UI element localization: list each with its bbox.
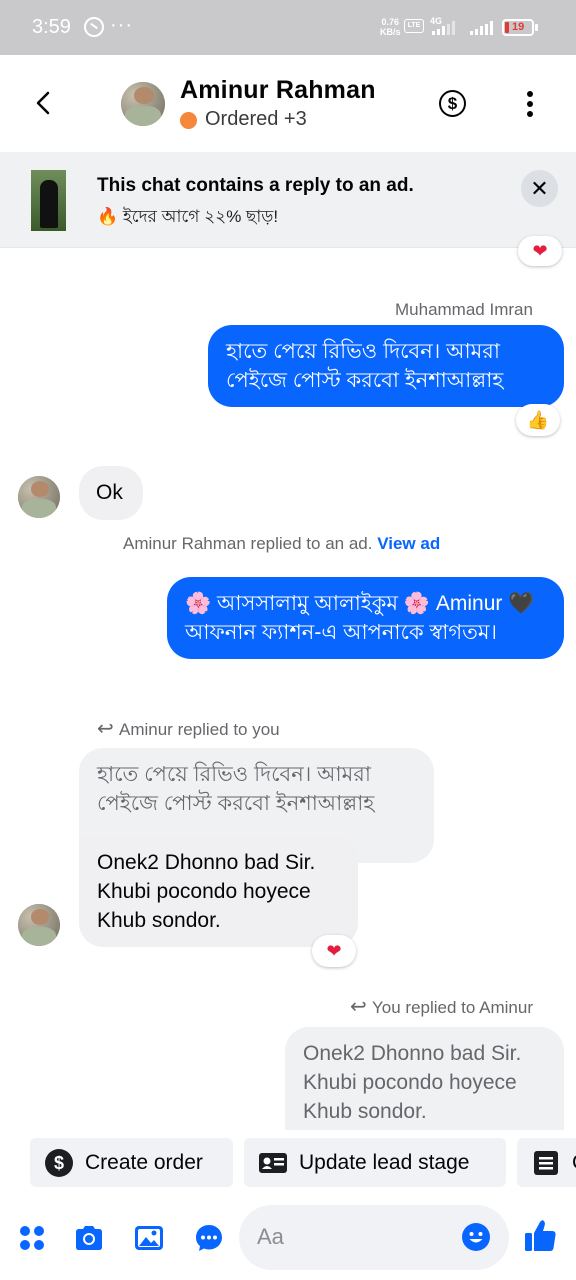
outgoing-message[interactable]: হাতে পেয়ে রিভিও দিবেন। আমরা পেইজে পোস্ট… (208, 325, 564, 407)
back-arrow-icon[interactable] (26, 85, 62, 121)
gallery-icon[interactable] (133, 1222, 165, 1254)
ad-thumbnail[interactable] (31, 170, 66, 231)
ad-reply-notice: Aminur Rahman replied to an ad. View ad (123, 534, 441, 553)
quoted-message[interactable]: Onek2 Dhonno bad Sir. Khubi pocondo hoye… (285, 1027, 564, 1131)
reaction-thumbs-up[interactable]: 👍 (516, 404, 560, 436)
apps-grid-icon[interactable] (16, 1222, 48, 1254)
like-thumbs-up-icon[interactable] (524, 1218, 558, 1254)
data-saver-icon (84, 17, 104, 37)
more-options-icon[interactable] (522, 91, 538, 117)
emoji-icon[interactable] (461, 1222, 491, 1252)
quick-action-bar: $ Create order Update lead stage C (0, 1130, 576, 1196)
battery-icon: 19 (502, 19, 534, 36)
contact-avatar[interactable] (121, 82, 165, 126)
note-list-icon (534, 1151, 558, 1175)
update-lead-stage-button[interactable]: Update lead stage (244, 1138, 506, 1187)
contact-name[interactable]: Aminur Rahman (180, 76, 376, 105)
status-bar: 3:59 ··· 0.76 KB/s LTE 4G 19 (0, 0, 576, 55)
reply-arrow-icon (97, 716, 115, 741)
net-speed: 0.76 KB/s (380, 17, 401, 37)
message-composer: Aa (0, 1196, 576, 1280)
outgoing-message[interactable]: 🌸 আসসালামু আলাইকুম 🌸 Aminur 🖤 আফনান ফ্যা… (167, 577, 564, 659)
reply-context-label: Aminur replied to you (97, 716, 280, 741)
chat-bubble-icon[interactable] (193, 1222, 225, 1254)
incoming-message[interactable]: Onek2 Dhonno bad Sir. Khubi pocondo hoye… (79, 836, 358, 947)
sender-avatar[interactable] (18, 476, 60, 518)
ad-banner-subtitle: 🔥 ইদের আগে ২২% ছাড়! (97, 207, 279, 226)
reaction-heart[interactable]: ❤ (312, 935, 356, 967)
reaction-heart[interactable]: ❤ (518, 236, 562, 266)
ad-reply-banner[interactable]: This chat contains a reply to an ad. 🔥 ই… (0, 152, 576, 248)
order-status-dot (180, 112, 197, 129)
message-input[interactable]: Aa (239, 1205, 509, 1270)
close-icon[interactable]: ✕ (521, 170, 558, 207)
dollar-circle-icon: $ (45, 1149, 73, 1177)
camera-icon[interactable] (73, 1222, 105, 1254)
signal-icon (432, 21, 455, 35)
reply-arrow-icon (350, 994, 368, 1019)
more-notifications-icon: ··· (110, 14, 133, 36)
message-input-placeholder: Aa (257, 1224, 284, 1249)
svg-text:$: $ (54, 1153, 64, 1173)
view-ad-link[interactable]: View ad (377, 534, 440, 553)
ad-banner-title: This chat contains a reply to an ad. (97, 175, 414, 196)
sender-avatar[interactable] (18, 904, 60, 946)
id-card-icon (259, 1153, 287, 1173)
chat-header: Aminur Rahman Ordered +3 $ (0, 55, 576, 152)
signal-icon-2 (470, 21, 493, 35)
reply-context-label: You replied to Aminur (350, 994, 533, 1019)
notes-button[interactable]: C (517, 1138, 576, 1187)
payment-dollar-icon[interactable]: $ (439, 90, 466, 117)
status-time: 3:59 (32, 16, 71, 38)
sender-label: Muhammad Imran (395, 300, 533, 319)
incoming-message[interactable]: Ok (79, 466, 143, 520)
volte-icon: LTE (404, 19, 424, 33)
create-order-button[interactable]: $ Create order (30, 1138, 233, 1187)
order-status[interactable]: Ordered +3 (205, 108, 307, 131)
